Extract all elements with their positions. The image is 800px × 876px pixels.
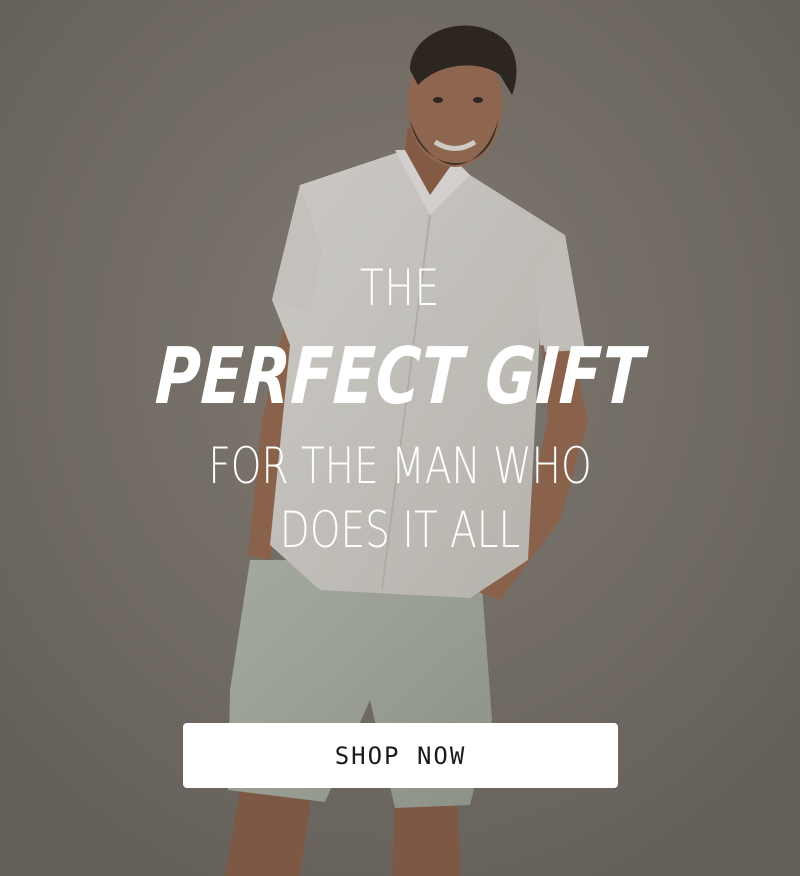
headline-the: THE <box>359 259 441 317</box>
headline-perfect-gift: PERFECT GIFT <box>153 332 647 422</box>
hero-banner: THE PERFECT GIFT FOR THE MAN WHO DOES IT… <box>0 0 800 876</box>
headline-does-it-all: DOES IT ALL <box>279 501 521 559</box>
shop-now-button[interactable]: SHOP NOW <box>183 723 618 788</box>
headline-for-the-man-who: FOR THE MAN WHO <box>208 437 592 495</box>
